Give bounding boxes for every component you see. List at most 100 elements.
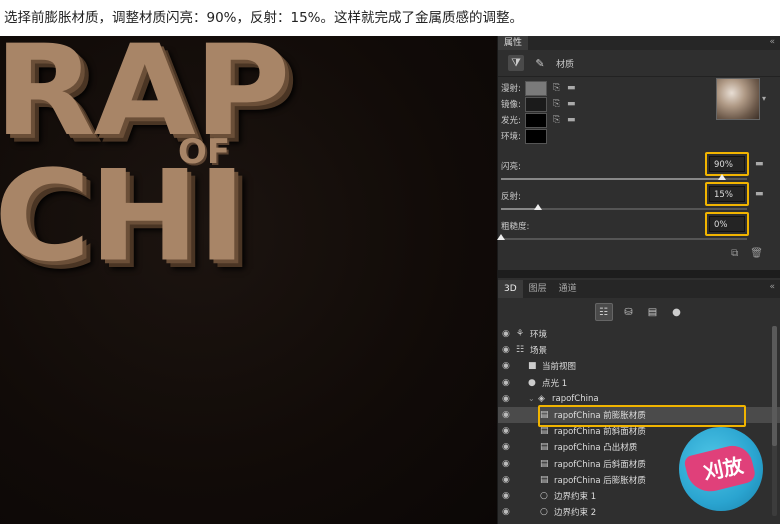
slider-fill: [501, 178, 723, 180]
highlight-box: [705, 182, 749, 206]
scene-item-label: 点光 1: [542, 378, 568, 389]
scene-item-label: rapofChina 前斜面材质: [554, 427, 646, 438]
color-swatch[interactable]: [525, 112, 547, 128]
scene-tree-item[interactable]: ◉ ■ 当前视图: [498, 358, 780, 374]
camera-icon: ■: [528, 361, 537, 372]
texture-label: 漫射:: [501, 84, 521, 94]
color-swatch[interactable]: [525, 96, 547, 112]
canvas-viewport[interactable]: RAP CHI OF: [0, 36, 497, 524]
file-icon[interactable]: ⎘: [553, 115, 567, 125]
visibility-eye-icon[interactable]: ◉: [502, 491, 510, 501]
file-icon[interactable]: ⎘: [553, 99, 567, 109]
properties-titlebar: 属性 «: [498, 36, 780, 50]
folder-icon[interactable]: ▬: [755, 159, 764, 169]
texture-row: 环境:: [501, 128, 553, 144]
visibility-eye-icon[interactable]: ◉: [502, 459, 510, 469]
visibility-eye-icon[interactable]: ◉: [502, 475, 510, 485]
artwork-3d-text: RAP CHI: [0, 36, 497, 286]
scene-scrollbar[interactable]: [772, 326, 777, 516]
collapse-icon[interactable]: «: [769, 37, 775, 47]
tutorial-caption: 选择前膨胀材质，调整材质闪亮：90%，反射：15%。这样就完成了金属质感的调整。: [4, 10, 524, 26]
light-filter-icon[interactable]: ●: [669, 304, 685, 320]
properties-tab[interactable]: 属性: [498, 36, 529, 50]
filter-icon[interactable]: ⧩: [508, 55, 524, 71]
scene-item-label: 场景: [530, 346, 548, 357]
visibility-eye-icon[interactable]: ◉: [502, 507, 510, 517]
scene-item-label: 边界约束 2: [554, 508, 597, 519]
material-property-row: 闪亮: 90% ▬: [501, 152, 771, 180]
texture-label: 镜像:: [501, 100, 521, 110]
scene-tree-item[interactable]: ◉ ☷ 场景: [498, 342, 780, 358]
scene-item-label: rapofChina 凸出材质: [554, 443, 638, 454]
scene-item-label: 环境: [530, 330, 548, 341]
material-tab-label: 材质: [556, 59, 575, 70]
visibility-eye-icon[interactable]: ◉: [502, 378, 510, 388]
file-icon[interactable]: ⎘: [553, 83, 567, 93]
material-preview-sphere[interactable]: [716, 78, 760, 120]
tab-3d[interactable]: 3D: [498, 280, 523, 298]
constraint-icon: ○: [540, 507, 548, 518]
scene-item-label: rapofChina: [552, 393, 599, 404]
3d-panel-tabs: 3D 图层 通道 «: [498, 280, 780, 298]
visibility-eye-icon[interactable]: ◉: [502, 442, 510, 452]
visibility-eye-icon[interactable]: ◉: [502, 410, 510, 420]
folder-icon[interactable]: ▬: [567, 99, 581, 109]
scene-tree-item[interactable]: ◉ ● 点光 1: [498, 375, 780, 391]
scene-item-label: rapofChina 后斜面材质: [554, 459, 646, 470]
color-swatch[interactable]: [525, 80, 547, 96]
property-label: 闪亮:: [501, 162, 521, 172]
folder-icon[interactable]: ▬: [755, 189, 764, 199]
highlight-box: [705, 212, 749, 236]
brush-icon[interactable]: ✎: [532, 55, 548, 71]
light-bulb-icon: ●: [528, 377, 536, 388]
render-icon[interactable]: ⧉: [731, 248, 738, 262]
slider-fill: [501, 208, 538, 210]
visibility-eye-icon[interactable]: ◉: [502, 345, 510, 355]
visibility-eye-icon[interactable]: ◉: [502, 361, 510, 371]
slider-knob[interactable]: [533, 204, 542, 210]
scene-item-label: 当前视图: [542, 362, 577, 373]
slider-knob[interactable]: [497, 234, 505, 240]
environment-icon: ⚘: [516, 329, 525, 340]
material-icon: ▤: [540, 474, 549, 485]
folder-icon[interactable]: ▬: [567, 115, 581, 125]
texture-label: 环境:: [501, 132, 521, 142]
chevron-down-icon[interactable]: ▾: [762, 94, 766, 103]
properties-mode-row: ⧩ ✎ 材质: [498, 50, 780, 77]
property-label: 反射:: [501, 192, 521, 202]
properties-toolbar: ⧉ 🗑: [498, 248, 780, 262]
artwork-of-text: OF: [178, 132, 231, 172]
visibility-eye-icon[interactable]: ◉: [502, 426, 510, 436]
property-slider[interactable]: [501, 204, 747, 210]
property-slider[interactable]: [497, 234, 747, 240]
material-icon: ▤: [540, 442, 549, 453]
texture-row: 漫射: ⎘ ▬: [501, 80, 581, 96]
tab-channels[interactable]: 通道: [553, 280, 583, 298]
collapse-icon[interactable]: «: [769, 282, 775, 292]
scene-item-label: 边界约束 1: [554, 491, 597, 502]
folder-icon[interactable]: ▬: [567, 83, 581, 93]
watermark-logo: 刈放: [679, 427, 763, 511]
property-label: 粗糙度:: [501, 222, 530, 232]
scene-icon: ☷: [516, 345, 525, 356]
material-icon: ▤: [540, 426, 549, 437]
material-filter-icon[interactable]: ▤: [645, 304, 661, 320]
tab-layers[interactable]: 图层: [523, 280, 553, 298]
panel-divider: [498, 270, 780, 278]
trash-icon[interactable]: 🗑: [750, 248, 763, 262]
visibility-eye-icon[interactable]: ◉: [502, 329, 510, 339]
whole-scene-icon[interactable]: ☷: [594, 303, 613, 321]
scene-tree-item[interactable]: ◉ ⚘ 环境: [498, 326, 780, 342]
slider-knob[interactable]: [718, 174, 727, 180]
visibility-eye-icon[interactable]: ◉: [502, 394, 510, 404]
color-swatch[interactable]: [525, 128, 547, 144]
scrollbar-thumb[interactable]: [772, 326, 777, 446]
scene-tree-item[interactable]: ◉ ▤ rapofChina 前膨胀材质: [498, 404, 780, 427]
mesh-filter-icon[interactable]: ⛁: [621, 304, 637, 320]
texture-row: 发光: ⎘ ▬: [501, 112, 581, 128]
mesh-icon: ◈: [538, 393, 545, 404]
property-slider[interactable]: [501, 174, 747, 180]
chevron-down-icon[interactable]: ⌄: [528, 394, 538, 403]
material-icon: ▤: [540, 458, 549, 469]
scene-filter-bar: ☷ ⛁ ▤ ●: [498, 300, 780, 324]
